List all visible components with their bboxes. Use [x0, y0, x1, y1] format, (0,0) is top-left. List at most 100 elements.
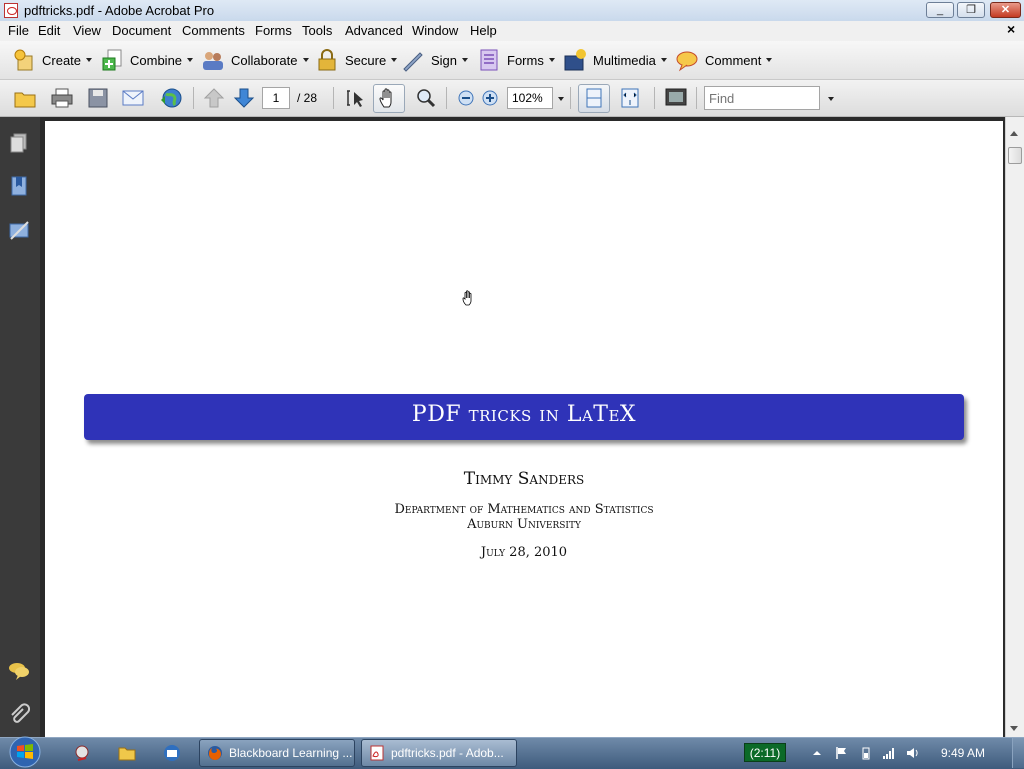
menu-help[interactable]: Help [470, 23, 497, 38]
zoom-out-icon[interactable] [455, 88, 477, 108]
comment-icon [676, 51, 698, 72]
print-icon[interactable] [51, 88, 73, 108]
maximize-button[interactable]: ❐ [957, 2, 985, 18]
multimedia-label: Multimedia [593, 52, 656, 68]
close-button[interactable]: ✕ [990, 2, 1021, 18]
previous-page-icon[interactable] [203, 88, 225, 108]
email-icon[interactable] [122, 88, 144, 108]
scrolling-pages-icon [586, 88, 602, 108]
document-title: PDF tricks in LaTeX [411, 402, 637, 427]
combine-label: Combine [130, 52, 183, 68]
acrobat-icon [4, 3, 18, 18]
create-icon [14, 49, 33, 71]
menu-advanced[interactable]: Advanced [345, 23, 403, 38]
scroll-down-icon[interactable] [1009, 725, 1019, 733]
full-screen-icon[interactable] [665, 88, 687, 108]
battery-indicator[interactable]: (2:11) [744, 743, 786, 762]
lock-icon [318, 49, 336, 71]
page-number-input[interactable] [262, 87, 290, 109]
next-page-icon[interactable] [233, 88, 255, 108]
menu-comments[interactable]: Comments [182, 23, 245, 38]
scroll-up-icon[interactable] [1009, 129, 1019, 137]
thunderbird-icon[interactable] [163, 744, 181, 762]
forms-button[interactable]: Forms [477, 41, 555, 79]
show-desktop-button[interactable] [1012, 738, 1024, 768]
document-department: Department of Mathematics and Statistics [394, 502, 654, 517]
select-tool-icon[interactable] [344, 88, 366, 108]
secure-label: Secure [345, 52, 387, 68]
toolbar-separator [570, 87, 571, 109]
page-total: / 28 [297, 91, 318, 105]
collaborate-label: Collaborate [231, 52, 298, 68]
show-hidden-icons-icon[interactable] [810, 746, 824, 760]
chevron-down-icon [86, 58, 93, 62]
taskbar-button-blackboard[interactable]: Blackboard Learning ... [199, 739, 355, 767]
document-university: Auburn University [467, 517, 581, 532]
taskbar-button-label: Blackboard Learning ... [229, 746, 353, 760]
menu-view[interactable]: View [73, 23, 101, 38]
attachments-icon[interactable] [8, 703, 30, 725]
chevron-down-icon [548, 58, 555, 62]
action-center-flag-icon[interactable] [834, 746, 848, 760]
combine-button[interactable]: Combine [100, 41, 194, 79]
toolbar-separator [193, 87, 194, 109]
chevron-down-icon [302, 58, 309, 62]
sign-button[interactable]: Sign [401, 41, 469, 79]
find-input[interactable] [704, 86, 820, 110]
chevron-down-icon [766, 58, 773, 62]
chevron-down-icon [391, 58, 398, 62]
bookmarks-icon[interactable] [8, 175, 30, 197]
window-title: pdftricks.pdf - Adobe Acrobat Pro [24, 3, 215, 18]
zoom-in-icon[interactable] [479, 88, 501, 108]
fit-page-icon[interactable] [619, 88, 641, 108]
power-icon[interactable] [859, 746, 873, 760]
zoom-tool-icon[interactable] [415, 88, 437, 108]
zoom-input[interactable] [507, 87, 553, 109]
pen-icon [403, 52, 423, 72]
vertical-scrollbar[interactable] [1005, 117, 1024, 737]
collaborate-button[interactable]: Collaborate [201, 41, 309, 79]
document-date: July 28, 2010 [480, 545, 568, 560]
minimize-button[interactable]: _ [926, 2, 954, 18]
navigation-pane [0, 117, 40, 737]
multimedia-button[interactable]: Multimedia [563, 41, 667, 79]
menu-tools[interactable]: Tools [302, 23, 332, 38]
menu-edit[interactable]: Edit [38, 23, 60, 38]
create-button[interactable]: Create [12, 41, 93, 79]
secure-button[interactable]: Secure [315, 41, 398, 79]
sign-label: Sign [431, 52, 458, 68]
zoom-dropdown-icon[interactable] [558, 97, 564, 101]
combine-icon [102, 49, 122, 71]
find-dropdown-icon[interactable] [828, 97, 834, 101]
volume-icon[interactable] [906, 746, 920, 760]
toolbar-separator [446, 87, 447, 109]
network-icon[interactable] [882, 746, 896, 760]
close-icon: ✕ [1000, 4, 1011, 16]
restore-icon: ❐ [966, 4, 976, 16]
signatures-icon[interactable] [8, 219, 30, 241]
document-close-icon[interactable]: × [1007, 21, 1015, 37]
collaborate-icon [203, 52, 223, 70]
toolbar-separator [333, 87, 334, 109]
minimize-icon: _ [936, 4, 944, 16]
menu-document[interactable]: Document [112, 23, 171, 38]
save-icon[interactable] [87, 88, 109, 108]
system-clock[interactable]: 9:49 AM [941, 746, 985, 760]
toolbar-separator [654, 87, 655, 109]
pages-icon[interactable] [8, 132, 30, 154]
menu-forms[interactable]: Forms [255, 23, 292, 38]
windows-explorer-icon[interactable] [118, 744, 136, 762]
taskbar-button-acrobat[interactable]: pdftricks.pdf - Adob... [361, 739, 517, 767]
globe-icon[interactable] [160, 88, 182, 108]
start-button-icon[interactable] [6, 736, 44, 768]
scrollbar-thumb[interactable] [1008, 147, 1022, 164]
quick-launch-app-icon[interactable] [73, 744, 91, 762]
open-folder-icon[interactable] [14, 88, 36, 108]
firefox-icon [208, 746, 222, 760]
menu-window[interactable]: Window [412, 23, 458, 38]
chevron-down-icon [660, 58, 667, 62]
comments-icon[interactable] [8, 660, 30, 682]
menu-file[interactable]: File [8, 23, 29, 38]
comment-label: Comment [705, 52, 762, 68]
comment-button[interactable]: Comment [675, 41, 773, 79]
